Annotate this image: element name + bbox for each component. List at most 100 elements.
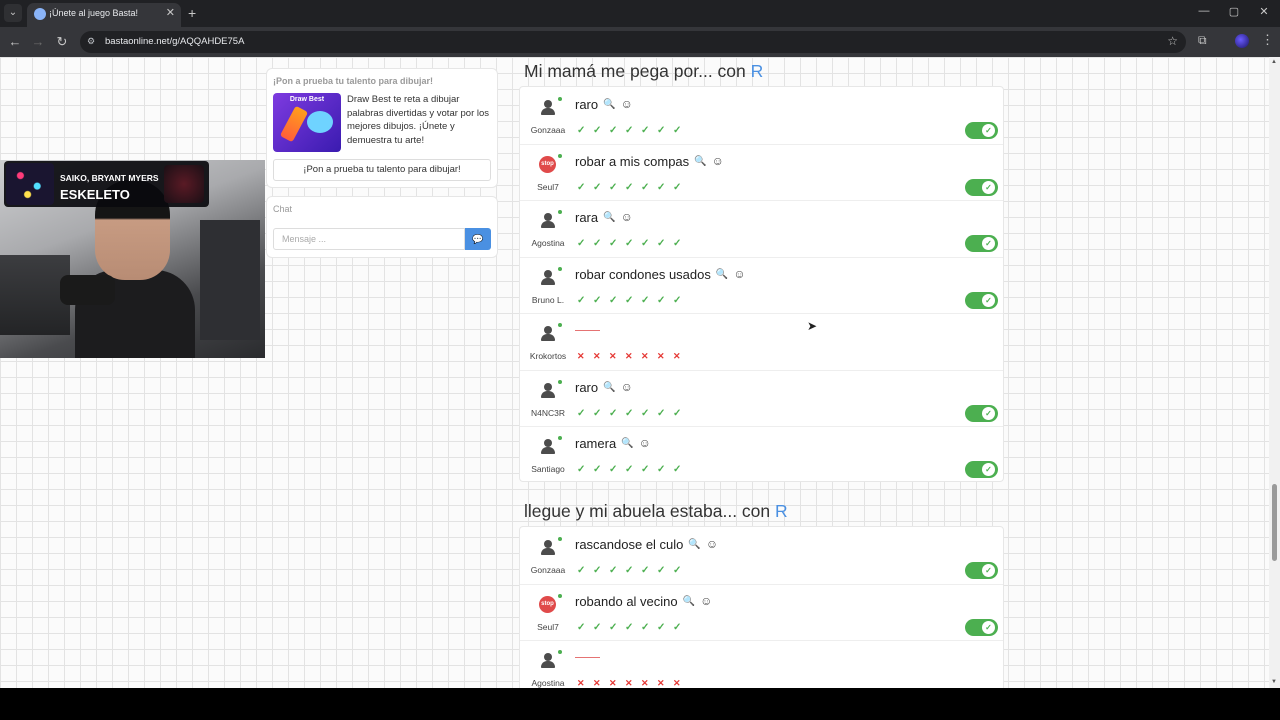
search-icon[interactable]: 🔍 [716,269,728,280]
page-scrollbar[interactable]: ▲ ▼ [1269,57,1280,688]
scroll-down-icon[interactable]: ▼ [1271,679,1277,685]
check-icon: ✓ [625,294,634,306]
scrollbar-thumb[interactable] [1272,484,1277,561]
toggle-check-icon: ✓ [982,180,995,194]
check-icon: ✓ [609,238,618,249]
promo-card: ¡Pon a prueba tu talento para dibujar! D… [267,69,497,187]
player-name: Agostina [531,238,565,248]
draw-best-image[interactable]: Draw Best [273,93,341,152]
player-name: Gonzaaa [530,125,566,135]
reload-icon[interactable]: ↻ [53,33,71,51]
check-icon: ✓ [577,125,586,136]
check-icon: ✓ [609,181,618,193]
search-icon[interactable]: 🔍 [683,596,695,607]
online-status-dot [558,266,562,271]
smile-icon[interactable]: ☺ [621,210,633,224]
check-icon: ✓ [673,125,682,136]
search-icon[interactable]: 🔍 [603,382,615,393]
promo-heading: ¡Pon a prueba tu talento para dibujar! [273,76,434,86]
cross-icon: ✕ [657,351,665,361]
cross-icon: ✕ [625,351,633,361]
close-window-icon[interactable]: ✕ [1256,5,1272,18]
smile-icon[interactable]: ☺ [621,97,633,111]
avatar-head [544,100,552,108]
pencil-icon [279,105,309,143]
search-icon[interactable]: 🔍 [694,156,706,167]
tab-close-icon[interactable]: ✕ [166,6,175,19]
answer-text: raro [575,379,599,395]
answer-row: Agostina ✕ ✕ ✕ ✕ ✕ ✕ ✕ [520,640,1003,688]
profile-avatar[interactable] [1235,34,1249,48]
vote-marks: ✓ ✓ ✓ ✓ ✓ ✓ ✓ [577,233,689,249]
smile-icon[interactable]: ☺ [706,537,718,551]
smile-icon[interactable]: ☺ [639,436,651,450]
row-divider [520,256,1003,258]
site-info-icon[interactable]: ⚙ [87,36,98,47]
player-name: Bruno L. [531,294,565,305]
url-text[interactable]: bastaonline.net/g/AQQAHDE75A [105,36,244,47]
accept-toggle[interactable]: ✓ [965,122,998,139]
check-icon: ✓ [641,181,650,193]
minimize-icon[interactable]: — [1196,5,1212,17]
online-status-dot [558,210,562,214]
search-icon[interactable]: 🔍 [621,438,633,449]
smile-icon[interactable]: ☺ [700,594,712,608]
check-icon: ✓ [625,181,634,193]
accept-toggle[interactable]: ✓ [965,291,998,309]
accept-toggle[interactable]: ✓ [965,404,998,422]
search-icon[interactable]: 🔍 [688,539,700,550]
chat-message-input[interactable] [273,228,465,250]
cross-icon: ✕ [673,351,681,361]
vote-marks: ✕ ✕ ✕ ✕ ✕ ✕ ✕ [577,673,689,688]
tab-active[interactable]: ¡Únete al juego Basta! ✕ [27,3,181,27]
online-status-dot [558,97,562,101]
check-icon: ✓ [673,565,682,576]
check-icon: ✓ [577,407,586,419]
player-name: Krokortos [529,351,567,361]
answer-row: Gonzaaa rascandose el culo 🔍 ☺ ✓ ✓ ✓ ✓ ✓ ✓ ✓ ✓ [520,527,1003,583]
check-icon: ✓ [577,464,586,475]
chat-card: Chat 💬 [267,197,497,257]
tab-search-icon[interactable]: ⌄ [4,4,22,22]
search-icon[interactable]: 🔍 [603,99,615,110]
tab-title: ¡Únete al juego Basta! [49,8,139,18]
scroll-up-icon[interactable]: ▲ [1271,59,1277,65]
new-tab-icon[interactable]: + [188,4,196,22]
accept-toggle[interactable]: ✓ [965,562,998,579]
bookmark-star-icon[interactable]: ☆ [1167,34,1178,48]
smile-icon[interactable]: ☺ [712,154,724,168]
back-icon[interactable]: ← [6,33,24,51]
cross-icon: ✕ [593,678,601,688]
restore-icon[interactable]: ▢ [1226,5,1242,18]
smile-icon[interactable]: ☺ [621,380,633,394]
avatar-body [541,390,555,398]
avatar-head [544,213,552,221]
address-bar[interactable]: ⚙ bastaonline.net/g/AQQAHDE75A ☆ [80,31,1186,53]
now-playing-thumbnail [164,165,204,203]
avatar-body [541,221,555,228]
stop-avatar-icon: stop [539,595,556,613]
smile-icon[interactable]: ☺ [733,267,745,281]
accept-toggle[interactable]: ✓ [965,618,998,636]
promo-button[interactable]: ¡Pon a prueba tu talento para dibujar! [273,159,491,181]
check-icon: ✓ [641,464,650,475]
extensions-icon[interactable]: ⧉ [1198,33,1207,48]
answer-row: N4NC3R raro 🔍 ☺ ✓ ✓ ✓ ✓ ✓ ✓ ✓ ✓ [520,369,1003,426]
avatar-body [541,447,555,454]
browser-menu-icon[interactable]: ⋮ [1261,32,1274,48]
check-icon: ✓ [657,621,666,633]
send-message-button[interactable]: 💬 [465,228,491,250]
check-icon: ✓ [593,621,602,633]
forward-icon[interactable]: → [29,33,47,51]
vote-marks: ✓ ✓ ✓ ✓ ✓ ✓ ✓ [577,560,689,576]
user-avatar-icon [540,539,556,555]
accept-toggle[interactable]: ✓ [965,461,998,478]
accept-toggle[interactable]: ✓ [965,235,998,252]
search-icon[interactable]: 🔍 [603,212,615,223]
online-status-dot [558,593,562,598]
accept-toggle[interactable]: ✓ [965,178,998,196]
check-icon: ✓ [673,294,682,306]
check-icon: ✓ [609,621,618,633]
badge-icon [307,111,333,133]
check-icon: ✓ [609,294,618,306]
